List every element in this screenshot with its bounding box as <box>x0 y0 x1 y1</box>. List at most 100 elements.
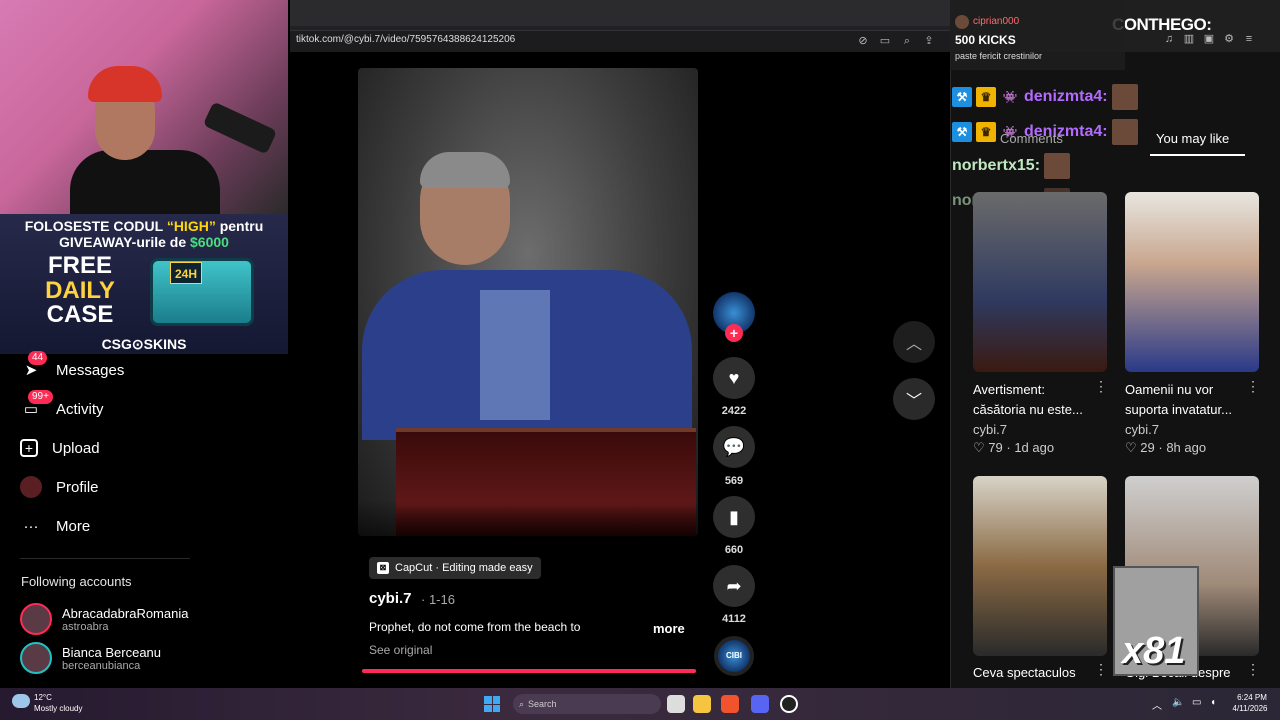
comment-count: 569 <box>724 475 744 487</box>
sponsor-line-1: FOLOSESTE CODUL “HIGH” pentru <box>24 218 264 234</box>
share-arrow-icon: ➦ <box>726 575 742 596</box>
chat-message: paste fericit crestinilor <box>955 51 1043 61</box>
speaker-icon[interactable]: 🔈 <box>1172 697 1184 708</box>
next-video-button[interactable]: ﹀ <box>893 378 935 420</box>
sidebar-item-label: More <box>56 517 91 535</box>
tray-chevron-icon[interactable]: ︿ <box>1152 697 1162 712</box>
sidebar-item-more[interactable]: ··· More <box>20 513 91 539</box>
heart-outline-icon: ♡ <box>1125 440 1137 455</box>
avatar <box>20 642 52 674</box>
rec-thumbnail[interactable] <box>973 476 1107 656</box>
rec-title[interactable]: Oamenii nu vor suporta invatatur... <box>1125 380 1249 420</box>
clock-time[interactable]: 6:24 PM <box>1232 693 1272 702</box>
save-count: 660 <box>724 544 744 556</box>
paper-plane-icon: ➤ 44 <box>20 351 48 381</box>
share-count: 4112 <box>722 613 746 625</box>
more-options-icon[interactable]: ⋮ <box>1094 661 1108 678</box>
music-disc[interactable]: CIBI <box>714 636 754 676</box>
follow-plus-button[interactable]: + <box>725 324 743 342</box>
bookmark-icon: ▮ <box>729 506 739 527</box>
windows-start-icon[interactable] <box>484 696 500 712</box>
more-options-icon[interactable]: ⋮ <box>1246 661 1260 678</box>
chevron-down-icon: ﹀ <box>905 393 922 410</box>
rec-thumbnail[interactable] <box>973 192 1107 372</box>
cast-icon[interactable]: ▭ <box>878 34 892 48</box>
discord-icon[interactable] <box>751 695 769 713</box>
url-text[interactable]: tiktok.com/@cybi.7/video/759576438862412… <box>296 34 515 45</box>
like-button[interactable]: ♥ <box>713 357 755 399</box>
rec-title[interactable]: Avertisment: căsătoria nu este... <box>973 380 1097 420</box>
obs-icon[interactable] <box>780 695 798 713</box>
more-options-icon[interactable]: ⋮ <box>1094 378 1108 395</box>
music-icon[interactable]: ♫ <box>1162 32 1176 46</box>
rec-thumbnail[interactable] <box>1125 192 1259 372</box>
previous-video-button[interactable]: ︿ <box>893 321 935 363</box>
chat-kicks: 500 KICKS <box>955 33 1016 47</box>
volume-icon[interactable]: ◖ <box>1210 697 1216 708</box>
tabs-icon[interactable]: ▣ <box>1202 32 1216 46</box>
taskbar-search[interactable]: ⌕ Search <box>513 694 661 714</box>
following-account[interactable]: Bianca Berceanu berceanubianca <box>20 642 161 674</box>
menu-icon[interactable]: ≡ <box>1242 32 1256 46</box>
following-account[interactable]: AbracadabraRomania astroabra <box>20 603 188 635</box>
sponsor-daily: DAILY <box>45 277 115 304</box>
inbox-icon: ▭ 99+ <box>20 390 53 420</box>
rec-title[interactable]: Ceva spectaculos <box>973 663 1097 683</box>
following-handle: astroabra <box>62 620 109 633</box>
caption-more-button[interactable]: more <box>653 621 685 636</box>
alien-badge-icon: 👾 <box>1002 90 1018 104</box>
plus-square-icon: + <box>20 439 38 457</box>
see-original-link[interactable]: See original <box>369 643 432 657</box>
save-button[interactable]: ▮ <box>713 496 755 538</box>
chat-username: denizmta4: <box>1024 88 1108 105</box>
weather-temperature[interactable]: 12°C <box>34 693 52 702</box>
emote-icon <box>1111 119 1138 145</box>
rec-author[interactable]: cybi.7 <box>1125 422 1159 437</box>
sidebar-item-upload[interactable]: + Upload <box>20 435 100 461</box>
hammer-badge-icon: ⚒ <box>952 122 972 142</box>
capcut-tag[interactable]: ⊠ CapCut · Editing made easy <box>369 557 541 579</box>
following-heading: Following accounts <box>21 574 132 589</box>
zoom-icon[interactable]: ⌕ <box>900 34 914 48</box>
cloud-icon[interactable] <box>12 694 30 708</box>
tab-you-may-like[interactable]: You may like <box>1156 131 1229 146</box>
settings-icon[interactable]: ⚙ <box>1222 32 1236 46</box>
sponsor-case: CASE <box>46 301 114 328</box>
sidebar-item-profile[interactable]: Profile <box>20 474 99 500</box>
dots-icon: ··· <box>23 517 39 535</box>
sidebar-divider <box>20 558 190 559</box>
share-icon[interactable]: ⇪ <box>922 34 936 48</box>
messages-badge: 44 <box>28 351 48 365</box>
capcut-label: CapCut · Editing made easy <box>395 562 533 574</box>
task-view-icon[interactable] <box>667 695 685 713</box>
sidebar-item-activity[interactable]: ▭ 99+ Activity <box>20 390 104 422</box>
rec-author[interactable]: cybi.7 <box>973 422 1007 437</box>
heart-outline-icon: ♡ <box>973 440 985 455</box>
no-tracking-icon[interactable]: ⊘ <box>856 34 870 48</box>
share-button[interactable]: ➦ <box>713 565 755 607</box>
browser-tabstrip <box>290 0 950 26</box>
search-icon: ⌕ <box>519 698 525 709</box>
network-icon[interactable]: ▭ <box>1192 697 1201 708</box>
avatar <box>20 603 52 635</box>
case-box-image <box>150 258 254 326</box>
rec-stats: ♡ 29 · 8h ago <box>1125 440 1207 455</box>
more-options-icon[interactable]: ⋮ <box>1246 378 1260 395</box>
comment-button[interactable]: 💬 <box>713 426 755 468</box>
weather-description[interactable]: Mostly cloudy <box>34 704 82 713</box>
tab-comments[interactable]: Comments <box>1000 131 1063 146</box>
case-box-label: 24H <box>170 262 202 284</box>
rec-age: 8h ago <box>1166 440 1207 455</box>
following-name: AbracadabraRomania <box>62 605 189 621</box>
following-name: Bianca Berceanu <box>62 644 162 660</box>
gif-counter: x81 <box>1122 630 1186 672</box>
avatar-icon <box>20 476 42 498</box>
video-caption: Prophet, do not come from the beach to <box>369 620 581 634</box>
sidebar-item-messages[interactable]: ➤ 44 Messages <box>20 351 124 383</box>
clock-date[interactable]: 4/11/2026 <box>1228 704 1272 713</box>
brave-browser-icon[interactable] <box>721 695 739 713</box>
video-progress-bar[interactable] <box>362 669 696 673</box>
video-author[interactable]: cybi.7 <box>369 590 412 607</box>
sidebar-icon[interactable]: ▥ <box>1182 32 1196 46</box>
file-explorer-icon[interactable] <box>693 695 711 713</box>
